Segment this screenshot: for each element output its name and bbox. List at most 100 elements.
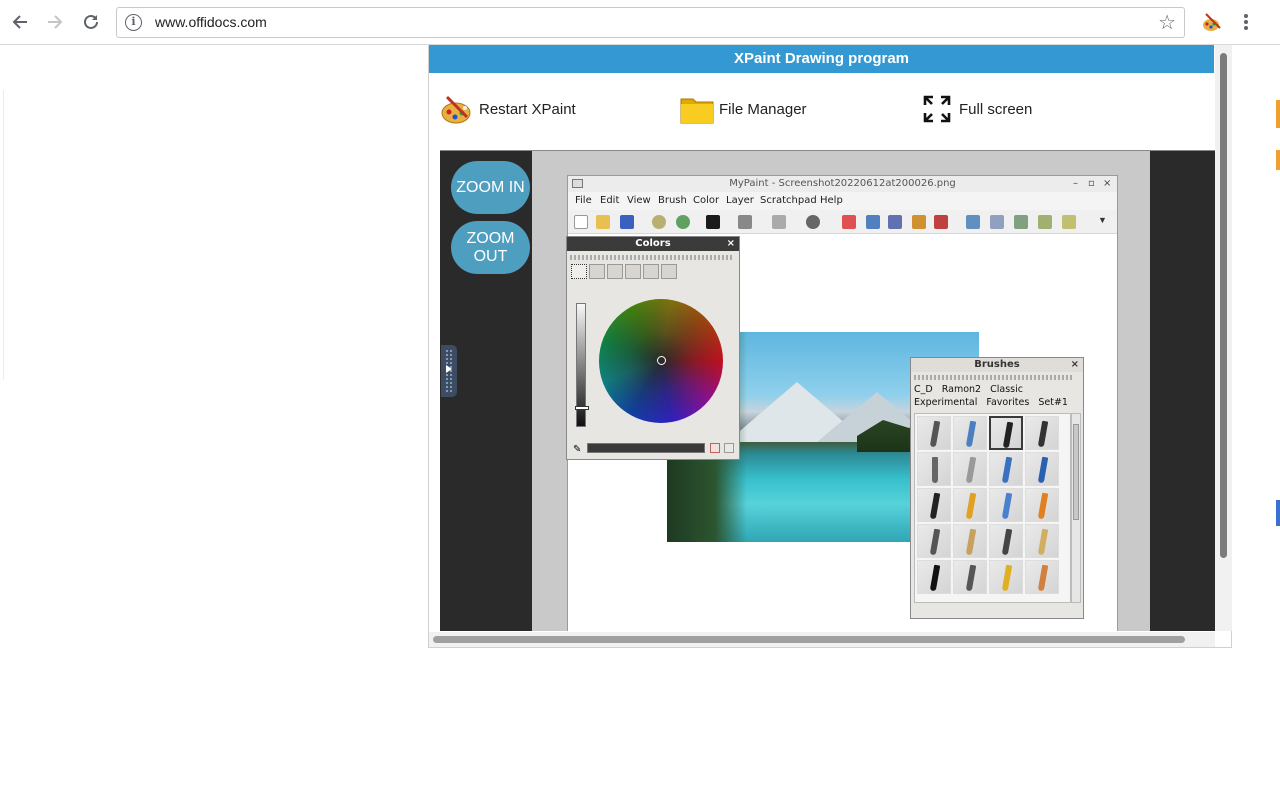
overflow-chevron-icon[interactable]: ▼ — [1098, 215, 1107, 229]
brushes-panel-titlebar[interactable]: Brushes × — [911, 358, 1083, 372]
undo-icon[interactable] — [652, 215, 666, 229]
zoom-controls: ZOOM IN ZOOM OUT — [440, 151, 532, 631]
pan-icon[interactable] — [966, 215, 980, 229]
brush-item[interactable] — [953, 560, 987, 594]
restart-xpaint-button[interactable]: Restart XPaint — [439, 91, 576, 127]
brush-item[interactable] — [989, 452, 1023, 486]
xpaint-app-frame: XPaint Drawing program Restart XPaint Fi… — [428, 45, 1232, 648]
liquid-wash-tab-icon[interactable] — [661, 264, 677, 279]
site-info-icon[interactable]: i — [125, 14, 142, 31]
hue-ring-tab-icon[interactable] — [589, 264, 605, 279]
brush-item[interactable] — [989, 560, 1023, 594]
color-history-bar[interactable] — [587, 443, 705, 453]
brush-item[interactable] — [953, 452, 987, 486]
color-picker-icon[interactable] — [866, 215, 880, 229]
brush-group-ramon2[interactable]: Ramon2 — [942, 384, 981, 395]
zoom-in-button[interactable]: ZOOM IN — [451, 161, 530, 214]
brush-item[interactable] — [989, 488, 1023, 522]
open-folder-icon[interactable] — [596, 215, 610, 229]
frame-icon[interactable] — [912, 215, 926, 229]
palette-icon — [439, 91, 475, 127]
brush-group-classic[interactable]: Classic — [990, 384, 1023, 395]
history-options-icon[interactable] — [724, 443, 734, 453]
fill-icon[interactable] — [888, 215, 902, 229]
minimize-button[interactable]: – — [1073, 176, 1078, 192]
reload-icon[interactable] — [77, 8, 105, 36]
menu-color[interactable]: Color — [693, 195, 719, 206]
colors-panel-titlebar[interactable]: Colors × — [567, 237, 739, 251]
color-swatch-icon[interactable] — [706, 215, 720, 229]
brushes-panel-grip[interactable] — [914, 375, 1074, 380]
zoom-icon[interactable] — [990, 215, 1004, 229]
brush-list-scrollbar[interactable] — [1071, 413, 1081, 603]
hsv-wheel-tab-icon[interactable] — [571, 264, 587, 279]
brush-item[interactable] — [917, 488, 951, 522]
menu-help[interactable]: Help — [820, 195, 843, 206]
horizontal-scrollbar-thumb[interactable] — [433, 636, 1185, 643]
brush-item[interactable] — [917, 560, 951, 594]
brush-item[interactable] — [953, 524, 987, 558]
redo-icon[interactable] — [676, 215, 690, 229]
save-icon[interactable] — [620, 215, 634, 229]
clear-history-icon[interactable] — [710, 443, 720, 453]
back-arrow-icon[interactable] — [6, 8, 34, 36]
menu-brush[interactable]: Brush — [658, 195, 687, 206]
brush-item[interactable] — [953, 416, 987, 450]
brush-item[interactable] — [989, 524, 1023, 558]
rotate-icon[interactable] — [1014, 215, 1028, 229]
brush-item-selected[interactable] — [989, 416, 1023, 450]
hsv-square-tab-icon[interactable] — [643, 264, 659, 279]
address-bar[interactable]: i www.offidocs.com ☆ — [116, 7, 1185, 38]
file-manager-button[interactable]: File Manager — [679, 91, 807, 127]
xpaint-extension-icon[interactable] — [1200, 10, 1224, 34]
brush-item[interactable] — [917, 452, 951, 486]
eraser-icon[interactable] — [842, 215, 856, 229]
remote-desktop-viewer[interactable]: ZOOM IN ZOOM OUT MyPaint - Screenshot202… — [440, 150, 1215, 631]
brush-item[interactable] — [917, 524, 951, 558]
fullscreen-button[interactable]: Full screen — [919, 91, 1032, 127]
color-wheel-marker[interactable] — [657, 356, 666, 365]
brush-settings-icon[interactable] — [772, 215, 786, 229]
value-slider-knob[interactable] — [575, 406, 589, 410]
url-text[interactable]: www.offidocs.com — [155, 14, 267, 30]
brush-item[interactable] — [953, 488, 987, 522]
brush-item[interactable] — [1025, 452, 1059, 486]
page-edge-decor — [1276, 100, 1280, 530]
menu-file[interactable]: File — [575, 195, 592, 206]
brush-group-experimental[interactable]: Experimental — [914, 397, 977, 408]
brush-item[interactable] — [1025, 488, 1059, 522]
menu-view[interactable]: View — [627, 195, 651, 206]
colors-close-button[interactable]: × — [727, 237, 735, 251]
zoom-out-button[interactable]: ZOOM OUT — [451, 221, 530, 274]
bookmark-star-icon[interactable]: ☆ — [1158, 10, 1176, 35]
colors-panel-grip[interactable] — [570, 255, 734, 260]
mirror-icon[interactable] — [1038, 215, 1052, 229]
brush-group-set1[interactable]: Set#1 — [1038, 397, 1068, 408]
eyedropper-icon[interactable]: ✎ — [573, 444, 581, 455]
component-sliders-tab-icon[interactable] — [625, 264, 641, 279]
stroke-icon[interactable] — [806, 215, 820, 229]
reset-view-icon[interactable] — [1062, 215, 1076, 229]
palette-tab-icon[interactable] — [607, 264, 623, 279]
forward-arrow-icon[interactable] — [41, 8, 69, 36]
brush-item[interactable] — [917, 416, 951, 450]
browser-menu-icon[interactable] — [1236, 10, 1256, 34]
maximize-button[interactable]: ▫ — [1088, 176, 1095, 192]
page-divider — [3, 90, 4, 380]
menu-scratchpad[interactable]: Scratchpad — [760, 195, 817, 206]
brushes-close-button[interactable]: × — [1071, 358, 1079, 372]
vertical-scrollbar-thumb[interactable] — [1220, 53, 1227, 558]
side-panel-toggle[interactable] — [441, 345, 457, 397]
new-file-icon[interactable] — [574, 215, 588, 229]
mypaint-titlebar[interactable]: MyPaint - Screenshot20220612at200026.png… — [568, 176, 1117, 192]
symmetry-icon[interactable] — [934, 215, 948, 229]
menu-layer[interactable]: Layer — [726, 195, 754, 206]
brush-group-favorites[interactable]: Favorites — [986, 397, 1029, 408]
brush-item[interactable] — [1025, 560, 1059, 594]
close-button[interactable]: × — [1103, 176, 1111, 192]
brush-group-cd[interactable]: C_D — [914, 384, 933, 395]
brush-item[interactable] — [1025, 416, 1059, 450]
brush-item[interactable] — [1025, 524, 1059, 558]
menu-edit[interactable]: Edit — [600, 195, 619, 206]
brush-selector-icon[interactable] — [738, 215, 752, 229]
